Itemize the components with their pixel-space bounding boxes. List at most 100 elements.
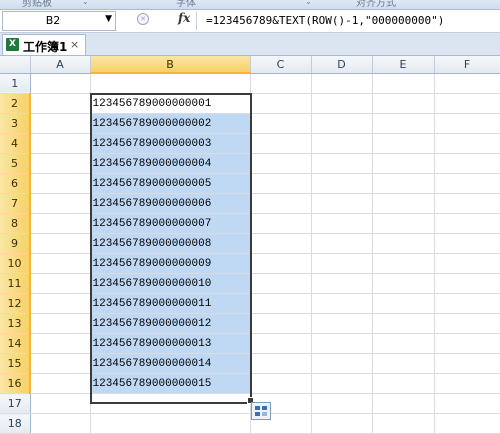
close-icon[interactable]: × (70, 38, 79, 51)
cell-b8[interactable]: 123456789000000007 (90, 213, 251, 234)
cell-b1[interactable] (90, 73, 251, 94)
cell[interactable] (372, 133, 435, 154)
cell[interactable] (372, 353, 435, 374)
column-header-e[interactable]: E (372, 56, 435, 74)
cell[interactable] (311, 373, 373, 394)
column-header-a[interactable]: A (30, 56, 91, 74)
cell-b11[interactable]: 123456789000000010 (90, 273, 251, 294)
cell[interactable] (372, 93, 435, 114)
cell[interactable] (250, 333, 312, 354)
column-header-d[interactable]: D (311, 56, 373, 74)
cell[interactable] (372, 213, 435, 234)
cell[interactable] (250, 153, 312, 174)
cell[interactable] (372, 313, 435, 334)
cell[interactable] (30, 213, 91, 234)
cell[interactable] (434, 293, 500, 314)
cell[interactable] (372, 73, 435, 94)
cell-b17[interactable] (90, 393, 251, 414)
cell[interactable] (250, 233, 312, 254)
cell-b4[interactable]: 123456789000000003 (90, 133, 251, 154)
select-all-corner[interactable] (0, 56, 31, 74)
cell[interactable] (250, 93, 312, 114)
cell[interactable] (434, 393, 500, 414)
cell[interactable] (434, 133, 500, 154)
cell[interactable] (30, 373, 91, 394)
cell[interactable] (30, 353, 91, 374)
cell[interactable] (30, 113, 91, 134)
column-header-c[interactable]: C (250, 56, 312, 74)
cell[interactable] (434, 313, 500, 334)
cell-b18[interactable] (90, 413, 251, 434)
row-header[interactable]: 2 (0, 93, 31, 114)
cell[interactable] (372, 333, 435, 354)
cell[interactable] (372, 113, 435, 134)
cell[interactable] (311, 273, 373, 294)
cell[interactable] (30, 253, 91, 274)
cell[interactable] (311, 313, 373, 334)
cell[interactable] (311, 413, 373, 434)
cell[interactable] (372, 273, 435, 294)
cell[interactable] (434, 213, 500, 234)
cell[interactable] (30, 293, 91, 314)
cell[interactable] (250, 293, 312, 314)
cell[interactable] (372, 393, 435, 414)
cell[interactable] (434, 233, 500, 254)
cell[interactable] (311, 333, 373, 354)
row-header[interactable]: 8 (0, 213, 31, 234)
row-header[interactable]: 5 (0, 153, 31, 174)
cell-b6[interactable]: 123456789000000005 (90, 173, 251, 194)
cell[interactable] (30, 393, 91, 414)
cell[interactable] (434, 153, 500, 174)
cell[interactable] (311, 293, 373, 314)
row-header[interactable]: 12 (0, 293, 31, 314)
row-header[interactable]: 7 (0, 193, 31, 214)
cell-b3[interactable]: 123456789000000002 (90, 113, 251, 134)
cell[interactable] (434, 113, 500, 134)
cell[interactable] (434, 73, 500, 94)
cancel-icon[interactable]: ✕ (137, 13, 149, 25)
cell[interactable] (311, 233, 373, 254)
cell[interactable] (434, 193, 500, 214)
cell-b14[interactable]: 123456789000000013 (90, 333, 251, 354)
cell[interactable] (311, 73, 373, 94)
cell[interactable] (434, 353, 500, 374)
ribbon-group-font[interactable]: 字体 (176, 0, 196, 9)
ribbon-group-alignment[interactable]: 对齐方式 (356, 0, 396, 9)
cell[interactable] (372, 413, 435, 434)
cell[interactable] (30, 273, 91, 294)
dialog-launcher-icon[interactable]: ⌄ (305, 0, 312, 6)
cell[interactable] (434, 413, 500, 434)
row-header[interactable]: 4 (0, 133, 31, 154)
cell-b5[interactable]: 123456789000000004 (90, 153, 251, 174)
cell-b9[interactable]: 123456789000000008 (90, 233, 251, 254)
cell[interactable] (372, 233, 435, 254)
insert-function-icon[interactable]: fx (178, 11, 190, 25)
column-header-b[interactable]: B (90, 56, 251, 74)
cell[interactable] (250, 113, 312, 134)
dialog-launcher-icon[interactable]: ⌄ (82, 0, 89, 6)
cell[interactable] (311, 353, 373, 374)
cell[interactable] (372, 293, 435, 314)
chevron-down-icon[interactable]: ▼ (105, 14, 112, 24)
cell[interactable] (30, 153, 91, 174)
cell[interactable] (311, 173, 373, 194)
cell[interactable] (434, 373, 500, 394)
cell-b2[interactable]: 123456789000000001 (90, 93, 251, 114)
row-header[interactable]: 15 (0, 353, 31, 374)
cell[interactable] (250, 133, 312, 154)
cell[interactable] (434, 253, 500, 274)
cell-b10[interactable]: 123456789000000009 (90, 253, 251, 274)
formula-input[interactable]: =123456789&TEXT(ROW()-1,"000000000") (206, 14, 444, 27)
cell[interactable] (311, 93, 373, 114)
cell[interactable] (311, 213, 373, 234)
cell[interactable] (30, 413, 91, 434)
cell-b13[interactable]: 123456789000000012 (90, 313, 251, 334)
cell-b7[interactable]: 123456789000000006 (90, 193, 251, 214)
row-header[interactable]: 1 (0, 73, 31, 94)
row-header[interactable]: 10 (0, 253, 31, 274)
name-box[interactable]: B2 ▼ (2, 11, 116, 31)
cell-b12[interactable]: 123456789000000011 (90, 293, 251, 314)
row-header[interactable]: 3 (0, 113, 31, 134)
autofill-options-icon[interactable] (251, 402, 271, 420)
cell[interactable] (30, 93, 91, 114)
